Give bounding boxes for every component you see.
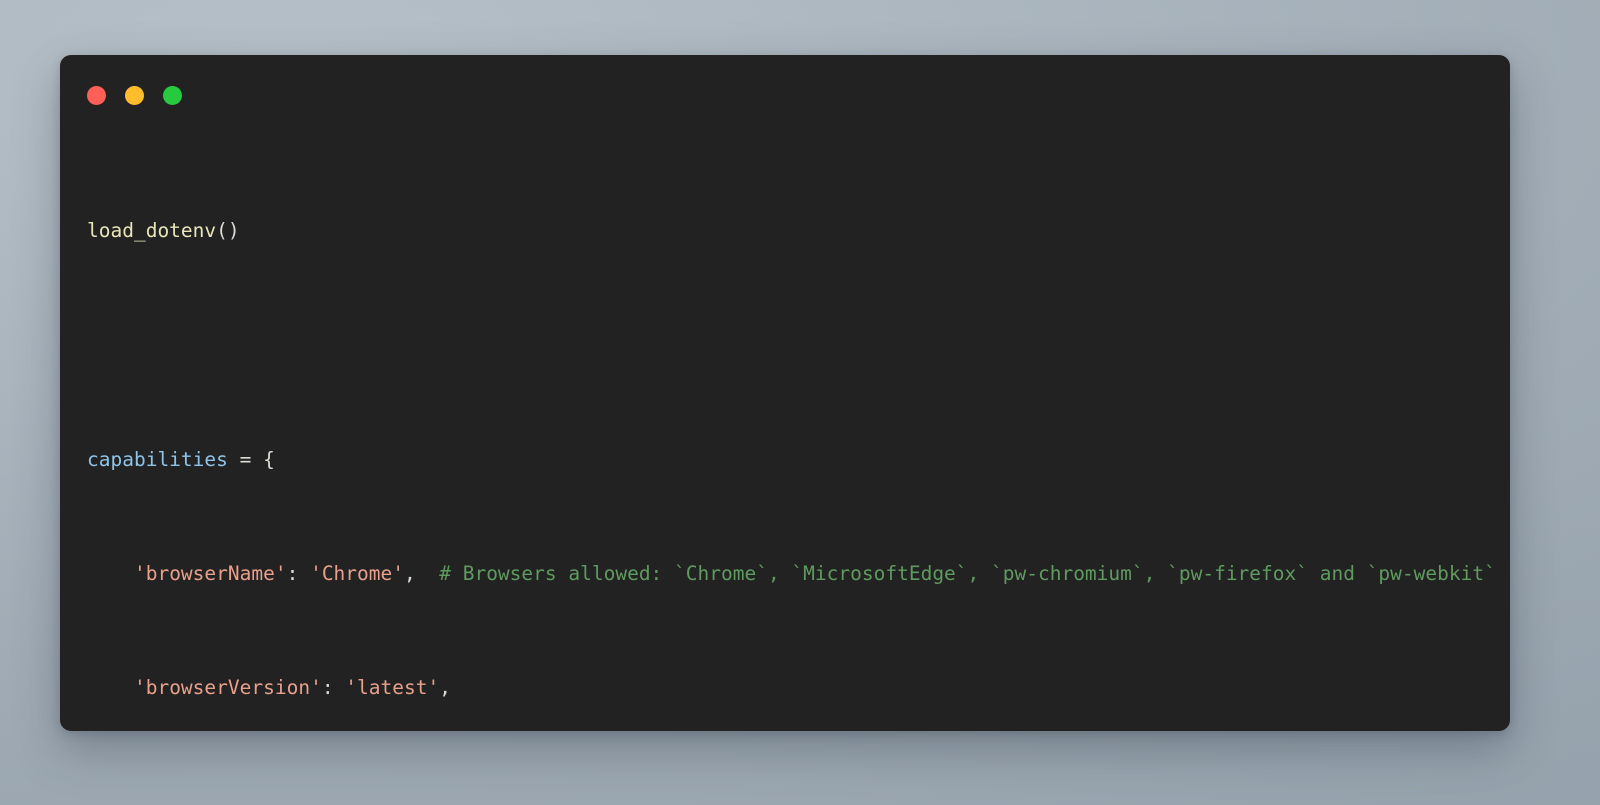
colon: :	[286, 561, 311, 585]
key-browser-name: 'browserName'	[133, 561, 287, 585]
code-line: capabilities = {	[87, 446, 1510, 475]
code-window: load_dotenv() capabilities = { 'browserN…	[60, 55, 1510, 731]
comma: ,	[439, 676, 451, 700]
minimize-window-button[interactable]	[125, 86, 144, 105]
value-latest: 'latest'	[345, 676, 440, 700]
code-line: load_dotenv()	[87, 217, 1510, 246]
code-line: 'browserVersion': 'latest',	[87, 674, 1510, 703]
function-name-load-dotenv: load_dotenv	[87, 218, 217, 242]
value-chrome: 'Chrome'	[310, 561, 404, 585]
comment-browsers-allowed: # Browsers allowed: `Chrome`, `Microsoft…	[439, 561, 1496, 585]
variable-capabilities: capabilities	[87, 447, 228, 471]
assignment-open-brace: = {	[227, 447, 275, 471]
colon: :	[321, 676, 346, 700]
code-line: 'browserName': 'Chrome', # Browsers allo…	[87, 560, 1510, 589]
code-block[interactable]: load_dotenv() capabilities = { 'browserN…	[87, 131, 1510, 731]
call-parens: ()	[216, 218, 240, 242]
maximize-window-button[interactable]	[163, 86, 182, 105]
window-title-bar	[87, 86, 182, 105]
comma: ,	[404, 561, 416, 585]
key-browser-version: 'browserVersion'	[133, 676, 322, 700]
close-window-button[interactable]	[87, 86, 106, 105]
